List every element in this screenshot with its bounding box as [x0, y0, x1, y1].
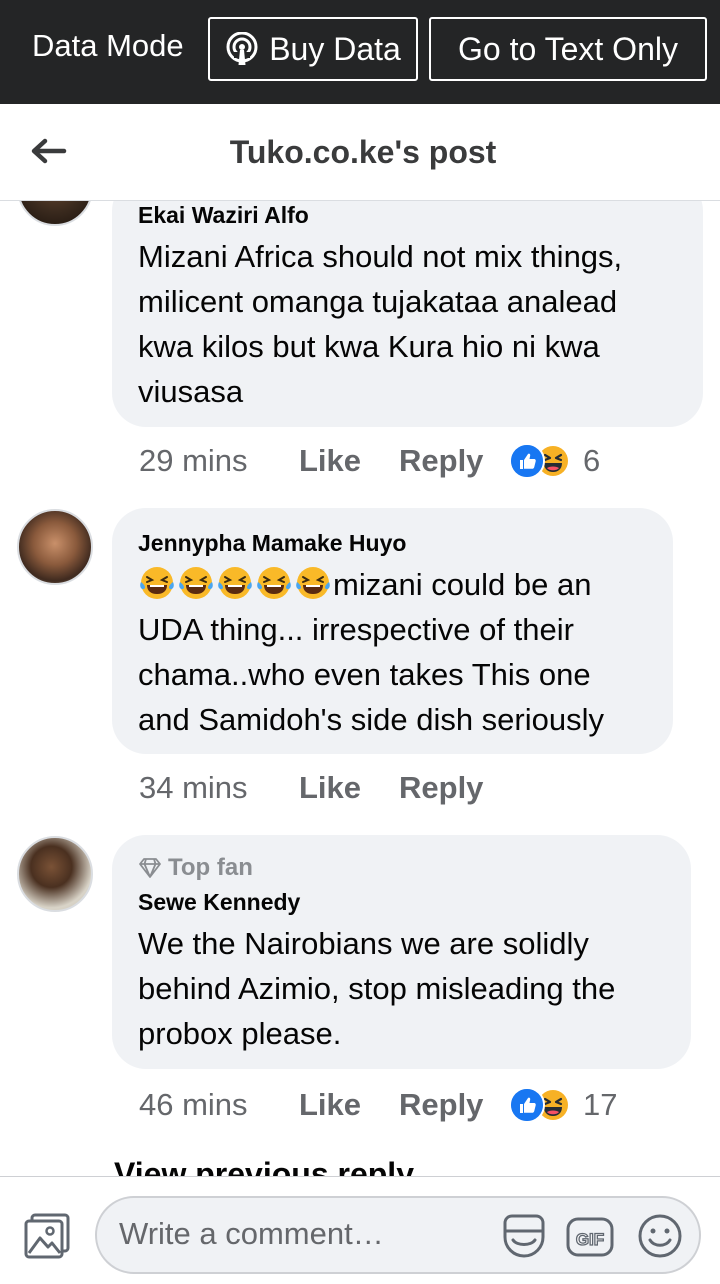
like-button[interactable]: Like — [299, 1087, 399, 1123]
comment-time[interactable]: 29 mins — [139, 443, 299, 479]
page-title: Tuko.co.ke's post — [229, 134, 497, 170]
comment-time[interactable]: 34 mins — [139, 770, 299, 806]
go-to-text-only-button[interactable]: Go to Text Only — [429, 17, 707, 81]
avatar[interactable] — [17, 509, 93, 585]
buy-data-button[interactable]: Buy Data — [208, 17, 418, 81]
comment-meta: 34 mins Like Reply — [139, 766, 509, 810]
comment-author[interactable]: Ekai Waziri Alfo — [138, 201, 677, 230]
reaction-count: 17 — [583, 1087, 618, 1122]
smiley-icon[interactable] — [635, 1211, 685, 1261]
avatar[interactable] — [17, 201, 93, 226]
svg-text:GIF: GIF — [576, 1230, 604, 1249]
comment-text: We the Nairobians we are solidly behind … — [138, 926, 616, 1051]
reply-button[interactable]: Reply — [399, 1087, 509, 1123]
comment-time[interactable]: 46 mins — [139, 1087, 299, 1123]
tears-of-joy-emoji — [218, 567, 252, 599]
buy-data-label: Buy Data — [269, 31, 401, 67]
view-previous-reply-link[interactable]: View previous reply — [114, 1156, 414, 1176]
comment-meta: 46 mins Like Reply 17 — [139, 1083, 617, 1127]
comment-text: mizani could be an UDA thing... irrespec… — [138, 562, 647, 742]
comment-composer: Write a comment… GIF — [0, 1176, 720, 1284]
tears-of-joy-emoji — [140, 567, 174, 599]
sticker-icon[interactable] — [499, 1211, 549, 1261]
reaction-count: 6 — [583, 443, 601, 478]
comment-bubble: Ekai Waziri Alfo Mizani Africa should no… — [112, 201, 703, 427]
like-reaction-icon — [509, 1087, 545, 1123]
like-button[interactable]: Like — [299, 770, 399, 806]
tears-of-joy-emoji — [179, 567, 213, 599]
tears-of-joy-emoji-row — [138, 567, 333, 602]
reply-button[interactable]: Reply — [399, 443, 509, 479]
reactions-summary[interactable]: 17 — [509, 1087, 617, 1123]
tears-of-joy-emoji — [296, 567, 330, 599]
post-header: Tuko.co.ke's post — [0, 104, 720, 201]
reactions-summary[interactable]: 6 — [509, 443, 600, 479]
data-mode-label: Data Mode — [32, 28, 184, 63]
comment-bubble: Top fan Sewe Kennedy We the Nairobians w… — [112, 835, 691, 1069]
data-mode-bar: Data Mode Buy Data Go to Text Only — [0, 0, 720, 104]
tears-of-joy-emoji — [257, 567, 291, 599]
reply-button[interactable]: Reply — [399, 770, 509, 806]
comments-list: Ekai Waziri Alfo Mizani Africa should no… — [0, 201, 720, 1176]
comment-bubble: Jennypha Mamake Huyo mizani could be an … — [112, 508, 673, 754]
text-only-label: Go to Text Only — [458, 31, 678, 67]
comment-meta: 29 mins Like Reply 6 — [139, 439, 600, 483]
comment-placeholder: Write a comment… — [119, 1216, 384, 1251]
gif-icon[interactable]: GIF — [565, 1211, 615, 1261]
diamond-icon — [139, 858, 161, 878]
photo-icon[interactable] — [22, 1211, 72, 1261]
podcast-icon — [226, 32, 258, 65]
like-reaction-icon — [509, 443, 545, 479]
like-button[interactable]: Like — [299, 443, 399, 479]
comment-author[interactable]: Jennypha Mamake Huyo — [138, 528, 647, 558]
top-fan-badge: Top fan — [138, 853, 665, 883]
comment-author[interactable]: Sewe Kennedy — [138, 887, 665, 917]
comment-input[interactable]: Write a comment… GIF — [95, 1196, 701, 1274]
avatar[interactable] — [17, 836, 93, 912]
comment-text: Mizani Africa should not mix things, mil… — [138, 239, 623, 409]
